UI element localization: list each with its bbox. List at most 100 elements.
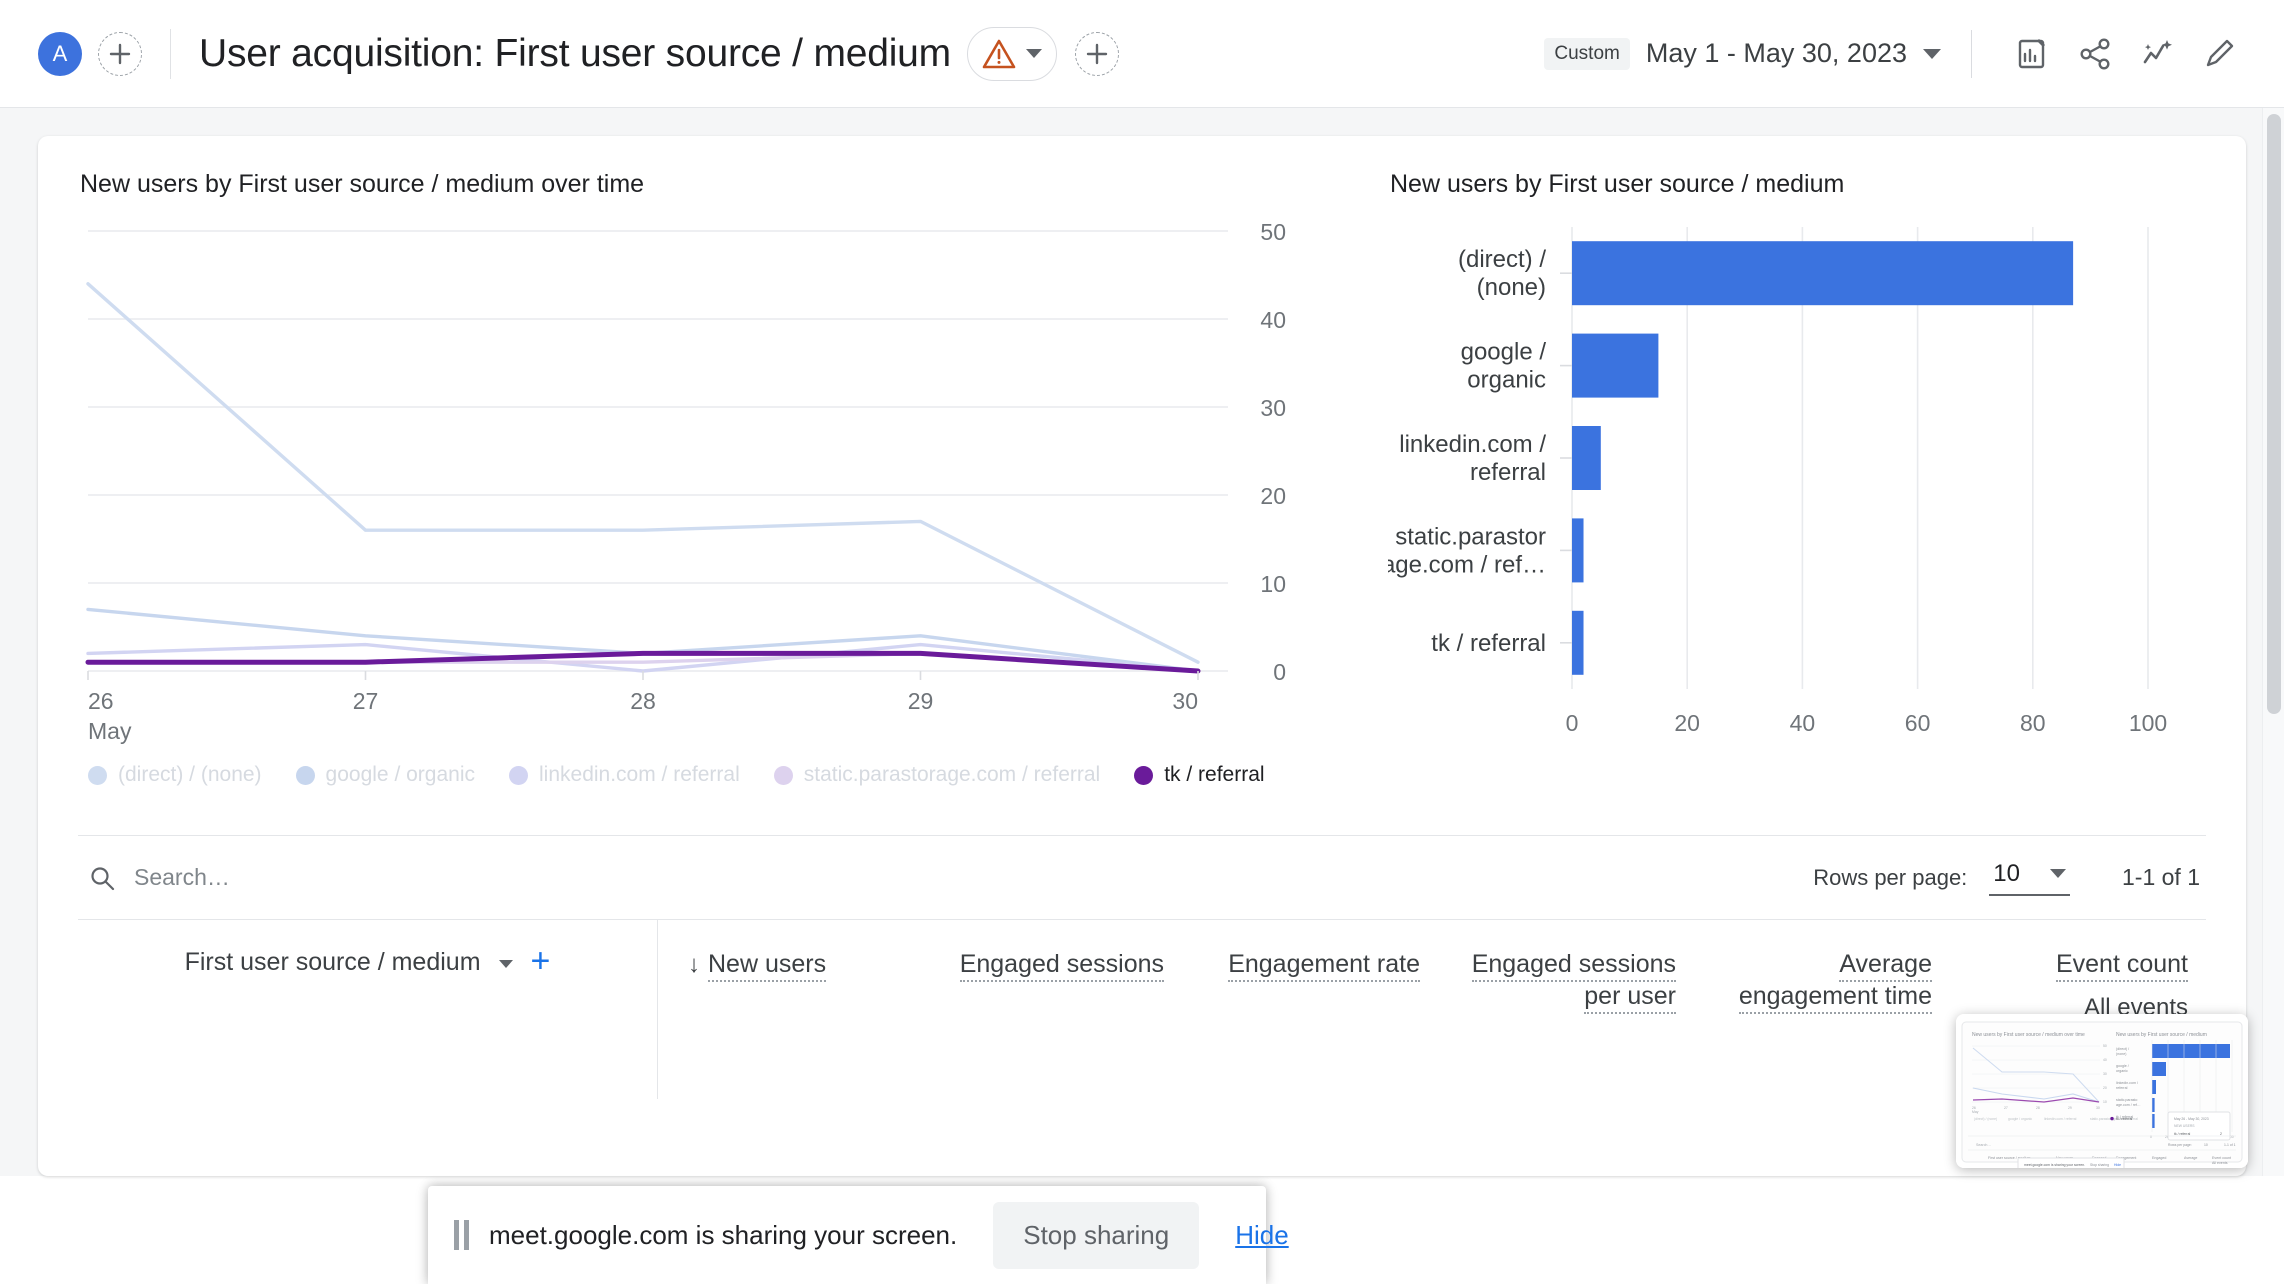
svg-text:100: 100 — [2129, 710, 2167, 736]
legend-item[interactable]: (direct) / (none) — [88, 763, 262, 787]
svg-text:40: 40 — [1790, 710, 1816, 736]
hide-notification-link[interactable]: Hide — [1235, 1220, 1288, 1251]
svg-text:Event count: Event count — [2212, 1156, 2231, 1160]
svg-text:20: 20 — [1674, 710, 1700, 736]
legend-color-dot — [88, 765, 107, 785]
svg-text:referral: referral — [1470, 459, 1546, 486]
metric-column-header[interactable]: Engagement rate — [1182, 920, 1438, 1099]
rows-per-page-select[interactable]: 10 — [1989, 860, 2070, 896]
svg-text:linkedin.com / referral: linkedin.com / referral — [2044, 1117, 2077, 1121]
svg-text:29: 29 — [2068, 1106, 2072, 1110]
stop-sharing-button[interactable]: Stop sharing — [993, 1201, 1200, 1269]
svg-text:40: 40 — [1260, 307, 1286, 333]
share-icon[interactable] — [2064, 23, 2126, 85]
legend-color-dot — [1134, 765, 1154, 785]
svg-text:(none): (none) — [1477, 274, 1546, 301]
svg-text:28: 28 — [630, 688, 656, 714]
plus-icon — [109, 43, 131, 64]
report-warning-button[interactable] — [966, 26, 1057, 81]
svg-text:tk / referral: tk / referral — [2116, 1115, 2133, 1119]
svg-text:tk / referral: tk / referral — [1431, 630, 1546, 657]
line-chart-legend: (direct) / (none) google / organic linkedi… — [78, 763, 1368, 787]
metric-label: Average engagement time — [1738, 950, 1932, 1014]
search-box[interactable] — [88, 863, 452, 892]
search-input[interactable] — [132, 863, 452, 892]
line-chart-panel: New users by First user source / medium … — [78, 170, 1368, 809]
svg-text:Hide: Hide — [2114, 1163, 2121, 1167]
legend-label: static.parastorage.com / referral — [803, 763, 1101, 786]
legend-label: google / organic — [325, 763, 475, 786]
chevron-down-icon[interactable] — [498, 960, 513, 968]
svg-text:May 26 - May 30, 2023: May 26 - May 30, 2023 — [2174, 1117, 2209, 1121]
bar-chart-panel: New users by First user source / medium … — [1368, 170, 2228, 809]
pagination-controls: Rows per page: 10 1-1 of 1 — [1813, 860, 2200, 896]
rows-per-page-label: Rows per page: — [1813, 864, 1968, 890]
arrow-down-icon: ↓ — [688, 951, 700, 978]
svg-text:referral: referral — [2116, 1086, 2128, 1090]
svg-text:10: 10 — [2204, 1143, 2208, 1147]
add-dimension-button[interactable]: + — [531, 944, 551, 978]
svg-text:meet.google.com is sharing you: meet.google.com is sharing your screen. — [2024, 1163, 2085, 1167]
pencil-edit-icon[interactable] — [2188, 23, 2250, 85]
svg-text:30: 30 — [1172, 688, 1198, 714]
svg-text:0: 0 — [2150, 1135, 2152, 1139]
svg-text:organic: organic — [2116, 1069, 2128, 1073]
screen-share-notification: meet.google.com is sharing your screen. … — [428, 1186, 1289, 1284]
vertical-scrollbar[interactable] — [2262, 108, 2284, 1176]
chevron-down-icon[interactable] — [1923, 48, 1941, 59]
metric-label: Engaged sessions — [959, 950, 1164, 982]
metric-column-header[interactable]: Engaged sessions per user — [1438, 920, 1694, 1099]
avatar[interactable]: A — [38, 31, 82, 76]
rows-per-page-value: 10 — [1993, 859, 2020, 887]
bar-chart[interactable]: 0 20 40 60 80 100 (direct) /(none) google /orga… — [1388, 209, 2228, 809]
metric-label: Engagement rate — [1228, 950, 1420, 982]
svg-text:10: 10 — [1260, 571, 1286, 597]
svg-text:(none): (none) — [2116, 1052, 2126, 1056]
legend-item[interactable]: linkedin.com / referral — [509, 763, 740, 787]
metric-column-header[interactable]: Average engagement time — [1694, 920, 1950, 1099]
svg-text:google / organic: google / organic — [2008, 1117, 2032, 1121]
svg-text:Rows per page:: Rows per page: — [2168, 1143, 2192, 1147]
add-account-button[interactable] — [98, 31, 142, 76]
scrollbar-thumb[interactable] — [2267, 114, 2281, 714]
svg-text:NEW USERS: NEW USERS — [2174, 1124, 2195, 1128]
actions-divider — [1971, 29, 1972, 78]
svg-text:(direct) / (none): (direct) / (none) — [1974, 1117, 1997, 1121]
svg-text:20: 20 — [1260, 483, 1286, 509]
legend-label: tk / referral — [1164, 763, 1265, 786]
header-divider — [170, 28, 171, 79]
svg-text:26: 26 — [88, 688, 114, 714]
svg-text:linkedin.com /: linkedin.com / — [2116, 1081, 2138, 1085]
legend-item[interactable]: google / organic — [295, 763, 475, 787]
chevron-down-icon — [2050, 869, 2066, 878]
app-header: A User acquisition: First user source / … — [0, 0, 2284, 108]
svg-text:50: 50 — [2103, 1044, 2107, 1048]
svg-text:(direct) /: (direct) / — [2116, 1047, 2129, 1051]
svg-text:static.parastor: static.parastor — [1395, 523, 1546, 550]
svg-text:30: 30 — [2103, 1072, 2107, 1076]
metric-column-header[interactable]: Engaged sessions — [926, 920, 1182, 1099]
svg-text:80: 80 — [2020, 710, 2046, 736]
insights-icon[interactable] — [2126, 23, 2188, 85]
metric-column-header[interactable]: ↓ New users — [658, 920, 926, 1099]
bar-chart-title: New users by First user source / medium — [1390, 170, 1845, 198]
svg-text:(direct) /: (direct) / — [1458, 246, 1546, 273]
legend-item[interactable]: static.parastorage.com / referral — [773, 763, 1101, 787]
svg-text:50: 50 — [1260, 219, 1286, 245]
date-preset-chip: Custom — [1544, 37, 1630, 70]
svg-text:27: 27 — [2004, 1106, 2008, 1110]
screen-share-self-preview[interactable]: New users by First user source / medium … — [1956, 1014, 2248, 1168]
svg-text:60: 60 — [1905, 710, 1931, 736]
table-header: First user source / medium + ↓ New users E… — [78, 919, 2206, 1099]
metric-label: Engaged sessions per user — [1471, 950, 1676, 1014]
svg-text:linkedin.com /: linkedin.com / — [1399, 431, 1546, 458]
legend-item[interactable]: tk / referral — [1134, 763, 1265, 787]
add-comparison-button[interactable] — [1074, 31, 1119, 76]
svg-text:Engaged: Engaged — [2152, 1156, 2166, 1160]
legend-color-dot — [295, 765, 315, 785]
dimension-column-header[interactable]: First user source / medium + — [78, 920, 658, 1099]
line-chart[interactable]: 0 10 20 30 40 50 26 27 28 29 30 May — [78, 209, 1328, 749]
dimension-label: First user source / medium — [184, 948, 481, 976]
edit-report-icon[interactable] — [2002, 23, 2064, 85]
date-range-label[interactable]: May 1 - May 30, 2023 — [1646, 38, 1907, 69]
